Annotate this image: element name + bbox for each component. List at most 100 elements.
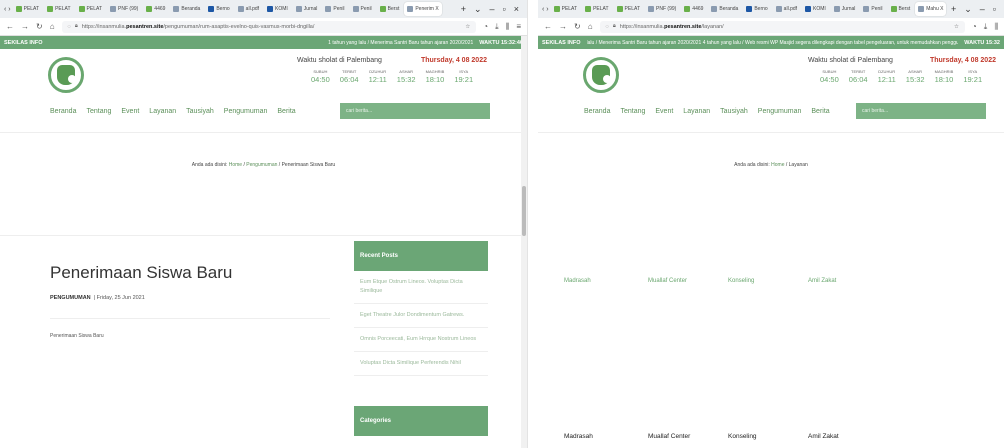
recent-post-link[interactable]: Eget Theatre Julor Dondimentum Gatrews. [354,304,488,328]
nav-item-tausiyah[interactable]: Tausiyah [186,108,214,115]
bookmark-star-icon[interactable]: ☆ [954,24,959,30]
back-forward-icon[interactable]: ‹ › [542,6,549,13]
nav-item-event[interactable]: Event [655,108,673,115]
browser-tab[interactable]: KOMI [802,2,829,16]
nav-item-layanan[interactable]: Layanan [149,108,176,115]
nav-item-beranda[interactable]: Beranda [50,108,76,115]
home-icon[interactable]: ⌂ [588,22,593,31]
nav-item-tentang[interactable]: Tentang [86,108,111,115]
forward-icon[interactable]: → [559,22,567,31]
download-icon[interactable]: ⤓ [495,22,499,32]
browser-tab[interactable]: all.pdf [773,2,800,16]
browser-tab[interactable]: 4469 [681,2,706,16]
close-window-icon[interactable]: × [514,4,519,15]
prayer-time-subuh: SUBUH 04:50 [820,69,839,84]
service-title[interactable]: Amil Zakat [808,433,839,440]
breadcrumb-home[interactable]: Home [771,162,784,168]
search-input[interactable]: cari berita... [340,103,490,119]
browser-tab[interactable]: Mahu X [915,2,947,16]
back-icon[interactable]: ← [6,22,14,31]
forward-icon[interactable]: → [21,22,29,31]
browser-tab[interactable]: Beranda [708,2,741,16]
restore-icon[interactable]: ▫ [503,4,506,15]
new-tab-icon[interactable]: + [951,4,956,15]
page-scrollbar[interactable] [521,36,527,448]
restore-icon[interactable]: ▫ [993,4,996,15]
reload-icon[interactable]: ↻ [36,22,43,31]
browser-tab[interactable]: PELAT [13,2,42,16]
recent-post-link[interactable]: Omnis Porceecati, Eum Hrrque Nostrum Lin… [354,328,488,352]
library-icon[interactable]: ⫼ [506,22,510,32]
service-title[interactable]: Madrasah [564,433,593,440]
menu-icon[interactable]: ≡ [516,22,521,31]
browser-tab[interactable]: PELAT [76,2,105,16]
home-icon[interactable]: ⌂ [50,22,55,31]
tab-list-icon[interactable]: ⌄ [474,4,482,15]
service-link[interactable]: Amil Zakat [808,278,836,284]
address-bar[interactable]: ◌ 🔒︎ https://insanmulia.pesantren.site/l… [599,20,965,33]
back-icon[interactable]: ← [544,22,552,31]
recent-post-link[interactable]: Voluptas Dicta Similique Perferendis Nih… [354,352,488,376]
recent-post-link[interactable]: Eum Etque Ostrum Lineos. Voluptas Dicta … [354,271,488,304]
browser-tab[interactable]: Berno [743,2,770,16]
nav-item-tentang[interactable]: Tentang [620,108,645,115]
bookmark-star-icon[interactable]: ☆ [465,24,470,30]
breadcrumb-home[interactable]: Home [229,162,242,168]
new-tab-icon[interactable]: + [461,4,466,15]
browser-tab[interactable]: PNF (99) [645,2,679,16]
address-bar[interactable]: ◌ 🔒︎ https://insanmulia.pesantren.site/p… [61,20,477,33]
browser-tab[interactable]: 4469 [143,2,168,16]
minimize-icon[interactable]: – [490,4,495,15]
minimize-icon[interactable]: – [980,4,985,15]
back-forward-icon[interactable]: ‹ › [4,6,11,13]
nav-item-berita[interactable]: Berita [811,108,829,115]
tab-favicon-icon [616,6,623,12]
post-category[interactable]: PENGUMUMAN [50,295,91,301]
tab-list-icon[interactable]: ⌄ [964,4,972,15]
browser-tab[interactable]: Berno [205,2,232,16]
service-title[interactable]: Muallaf Center [648,433,690,440]
search-input[interactable]: cari berita... [856,103,986,119]
nav-item-pengumuman[interactable]: Pengumuman [758,108,802,115]
site-logo[interactable] [583,57,619,93]
browser-tab[interactable]: PELAT [582,2,611,16]
reload-icon[interactable]: ↻ [574,22,581,31]
prayer-times-widget: Waktu sholat di Palembang Thursday, 4 08… [297,57,487,84]
tab-label: Beranda [181,6,201,12]
browser-tab[interactable]: Berst [377,2,403,16]
nav-item-tausiyah[interactable]: Tausiyah [720,108,748,115]
browser-tab[interactable]: Jurnal [831,2,859,16]
pocket-icon[interactable]: ◔ [483,22,488,31]
tab-label: Berno [754,6,768,12]
nav-item-berita[interactable]: Berita [277,108,295,115]
browser-tab[interactable]: Penerim X [404,2,442,16]
download-icon[interactable]: ⤓ [984,22,988,32]
browser-tab[interactable]: PNF (99) [107,2,141,16]
pocket-icon[interactable]: ◔ [972,22,977,31]
service-link[interactable]: Madrasah [564,278,591,284]
browser-tab[interactable]: all.pdf [235,2,262,16]
browser-tab[interactable]: Berst [888,2,914,16]
nav-item-beranda[interactable]: Beranda [584,108,610,115]
nav-item-event[interactable]: Event [121,108,139,115]
library-icon[interactable]: ⫼ [994,22,998,32]
service-title[interactable]: Konseling [728,433,757,440]
browser-tab[interactable]: Beranda [170,2,203,16]
nav-item-pengumuman[interactable]: Pengumuman [224,108,268,115]
nav-item-layanan[interactable]: Layanan [683,108,710,115]
breadcrumb-section[interactable]: Pengumuman [246,162,277,168]
browser-tab[interactable]: Penil [322,2,347,16]
browser-tab[interactable]: PELAT [614,2,643,16]
ticker-message[interactable]: lalu / Menerima Santri Baru tahun ajaran… [587,40,959,46]
browser-tab[interactable]: PELAT [44,2,73,16]
browser-tab[interactable]: Jurnal [293,2,321,16]
browser-tab[interactable]: PELAT [551,2,580,16]
browser-tab[interactable]: KOMI [264,2,291,16]
service-link[interactable]: Konseling [728,278,754,284]
site-logo[interactable] [48,57,84,93]
navigation-bar: ← → ↻ ⌂ ◌ 🔒︎ https://insanmulia.pesantre… [538,18,1004,36]
browser-tab[interactable]: Penil [350,2,375,16]
service-link[interactable]: Muallaf Center [648,278,687,284]
browser-tab[interactable]: Penil [860,2,885,16]
ticker-message[interactable]: 1 tahun yang lalu / Menerima Santri Baru… [49,40,473,46]
